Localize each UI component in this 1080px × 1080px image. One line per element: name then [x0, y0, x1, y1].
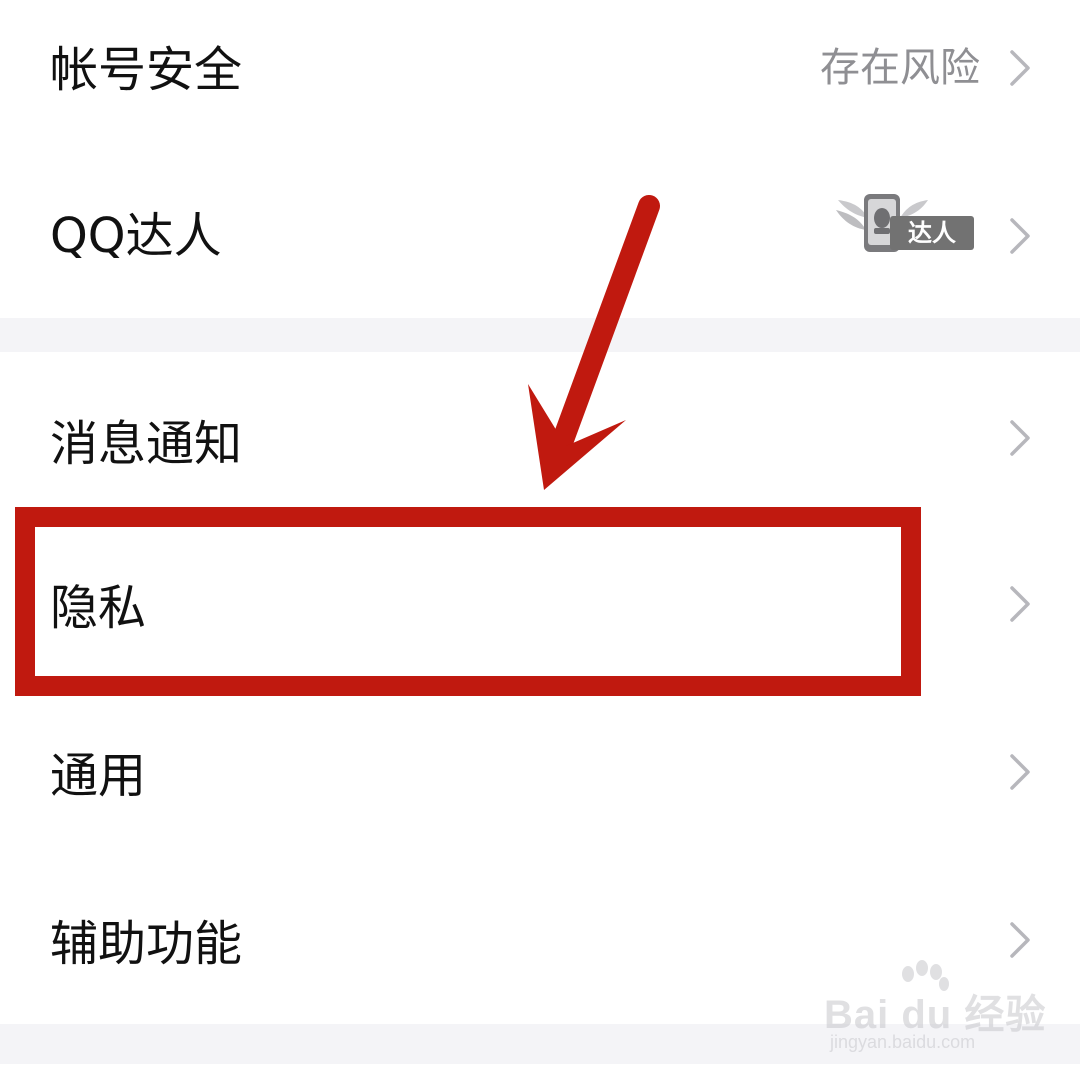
settings-row-account-security[interactable]: 帐号安全 存在风险: [0, 0, 1080, 140]
privacy-highlight-box: [15, 507, 921, 696]
settings-group-account: 帐号安全 存在风险 QQ达人 达人: [0, 0, 1080, 318]
risk-status-text: 存在风险: [820, 45, 980, 91]
group-divider: [0, 318, 1080, 352]
settings-row-notifications[interactable]: 消息通知: [0, 352, 1080, 524]
settings-row-general[interactable]: 通用: [0, 688, 1080, 858]
baidu-jingyan-watermark: Bai du 经验 jingyan.baidu.com: [824, 960, 1045, 1060]
row-label: 辅助功能: [50, 916, 243, 972]
row-label: 帐号安全: [50, 42, 243, 98]
chevron-right-icon: [1004, 582, 1034, 626]
chevron-right-icon: [1004, 918, 1034, 962]
row-label: QQ达人: [50, 208, 222, 264]
settings-screen: 帐号安全 存在风险 QQ达人 达人 消息通知 隐私 通用 辅助功能 Bai du…: [0, 0, 1080, 1080]
row-label: 消息通知: [50, 416, 243, 472]
chevron-right-icon: [1004, 46, 1034, 90]
chevron-right-icon: [1004, 416, 1034, 460]
talent-badge-label: 达人: [890, 216, 974, 250]
row-label: 通用: [50, 748, 147, 804]
qq-talent-badge: 达人: [834, 192, 976, 258]
watermark-url: jingyan.baidu.com: [830, 1032, 976, 1052]
settings-row-qq-talent[interactable]: QQ达人 达人: [0, 140, 1080, 318]
chevron-right-icon: [1004, 214, 1034, 258]
chevron-right-icon: [1004, 750, 1034, 794]
